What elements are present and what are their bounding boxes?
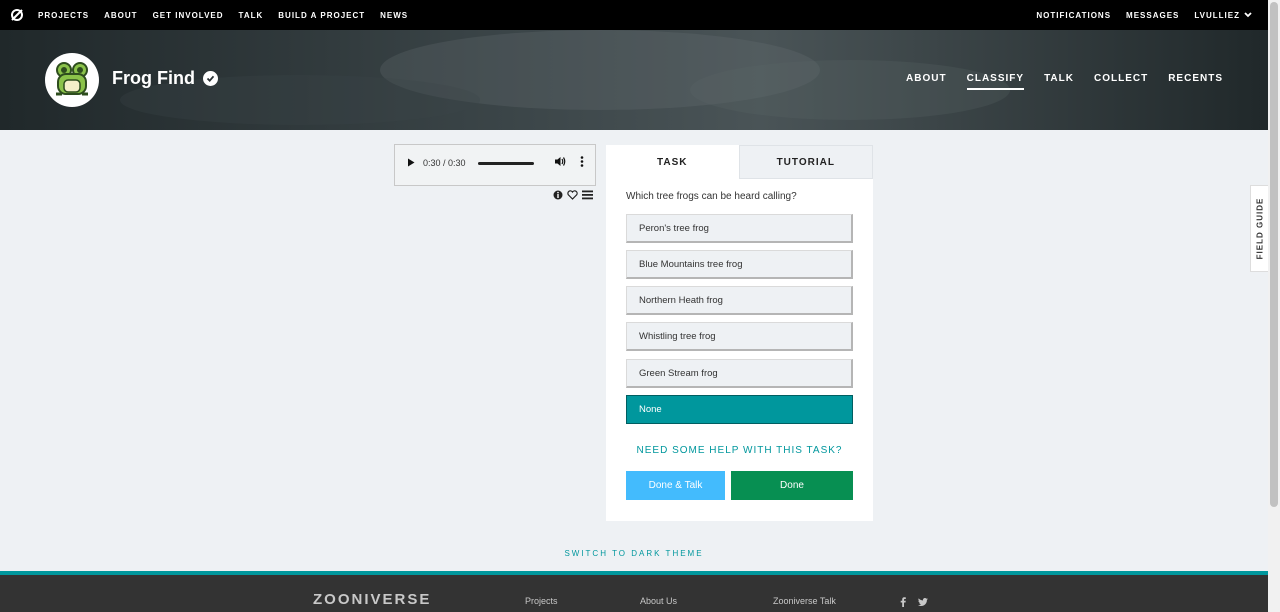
task-question: Which tree frogs can be heard calling?: [626, 191, 797, 202]
page-scrollbar[interactable]: [1268, 0, 1280, 612]
project-title[interactable]: Frog Find: [112, 68, 218, 89]
favorite-heart-icon[interactable]: [567, 187, 578, 205]
footer-projects-link[interactable]: Projects: [525, 596, 558, 606]
footer-social: [900, 594, 928, 612]
answer-green-stream-frog[interactable]: Green Stream frog: [626, 359, 853, 388]
site-nav: PROJECTS ABOUT GET INVOLVED TALK BUILD A…: [0, 0, 1268, 30]
volume-icon[interactable]: [554, 154, 566, 172]
play-icon[interactable]: [407, 154, 415, 172]
subject-tools: [553, 187, 593, 205]
project-avatar[interactable]: [45, 53, 99, 107]
verified-check-icon: [202, 71, 218, 86]
footer-about-us-link[interactable]: About Us: [640, 596, 677, 606]
switch-dark-theme-link[interactable]: SWITCH TO DARK THEME: [0, 549, 1268, 558]
answer-perons-tree-frog[interactable]: Peron's tree frog: [626, 214, 853, 243]
username: LVULLIEZ: [1194, 10, 1240, 20]
project-nav-about[interactable]: ABOUT: [906, 73, 947, 90]
tab-task[interactable]: TASK: [606, 145, 739, 179]
notifications-link[interactable]: NOTIFICATIONS: [1036, 11, 1111, 20]
nav-about[interactable]: ABOUT: [104, 11, 137, 20]
field-guide-label: FIELD GUIDE: [1255, 197, 1265, 260]
footer-talk-link[interactable]: Zooniverse Talk: [773, 596, 836, 606]
project-nav-collect[interactable]: COLLECT: [1094, 73, 1148, 90]
field-guide-tab[interactable]: FIELD GUIDE: [1250, 185, 1268, 272]
project-name: Frog Find: [112, 68, 195, 88]
footer-brand[interactable]: ZOONIVERSE: [313, 591, 431, 608]
scrollbar-thumb[interactable]: [1270, 2, 1278, 507]
nav-talk[interactable]: TALK: [239, 11, 264, 20]
task-tabs: TASK TUTORIAL: [606, 145, 873, 179]
task-help-link[interactable]: NEED SOME HELP WITH THIS TASK?: [606, 445, 873, 456]
user-menu[interactable]: LVULLIEZ: [1194, 11, 1252, 20]
audio-player: 0:30 / 0:30: [394, 144, 596, 186]
project-nav-talk[interactable]: TALK: [1044, 73, 1074, 90]
nav-build-a-project[interactable]: BUILD A PROJECT: [278, 11, 365, 20]
twitter-icon[interactable]: [918, 594, 928, 612]
project-nav-recents[interactable]: RECENTS: [1168, 73, 1223, 90]
answer-northern-heath-frog[interactable]: Northern Heath frog: [626, 286, 853, 315]
collections-list-icon[interactable]: [582, 187, 593, 205]
project-header: Frog Find ABOUT CLASSIFY TALK COLLECT RE…: [0, 30, 1268, 130]
tab-tutorial[interactable]: TUTORIAL: [738, 145, 873, 179]
frog-logo-icon: [56, 62, 88, 96]
answer-blue-mountains-tree-frog[interactable]: Blue Mountains tree frog: [626, 250, 853, 279]
messages-link[interactable]: MESSAGES: [1126, 11, 1179, 20]
answer-whistling-tree-frog[interactable]: Whistling tree frog: [626, 322, 853, 351]
project-nav: ABOUT CLASSIFY TALK COLLECT RECENTS: [906, 73, 1223, 90]
audio-controls: 0:30 / 0:30: [395, 145, 595, 181]
chevron-down-icon: [1244, 11, 1252, 20]
done-button[interactable]: Done: [731, 471, 853, 500]
more-options-icon[interactable]: [580, 154, 584, 172]
zooniverse-logo-icon[interactable]: [10, 8, 24, 22]
nav-news[interactable]: NEWS: [380, 11, 408, 20]
done-and-talk-button[interactable]: Done & Talk: [626, 471, 725, 500]
site-footer: ZOONIVERSE Projects About Us Zooniverse …: [0, 571, 1268, 612]
facebook-icon[interactable]: [900, 594, 906, 612]
info-icon[interactable]: [553, 187, 563, 205]
nav-get-involved[interactable]: GET INVOLVED: [153, 11, 224, 20]
user-nav: NOTIFICATIONS MESSAGES LVULLIEZ: [1021, 11, 1252, 20]
audio-time: 0:30 / 0:30: [423, 158, 466, 168]
answer-none[interactable]: None: [626, 395, 853, 424]
audio-progress-slider[interactable]: [477, 161, 534, 165]
nav-projects[interactable]: PROJECTS: [38, 11, 89, 20]
task-panel: TASK TUTORIAL Which tree frogs can be he…: [606, 145, 873, 521]
project-nav-classify[interactable]: CLASSIFY: [966, 73, 1025, 90]
